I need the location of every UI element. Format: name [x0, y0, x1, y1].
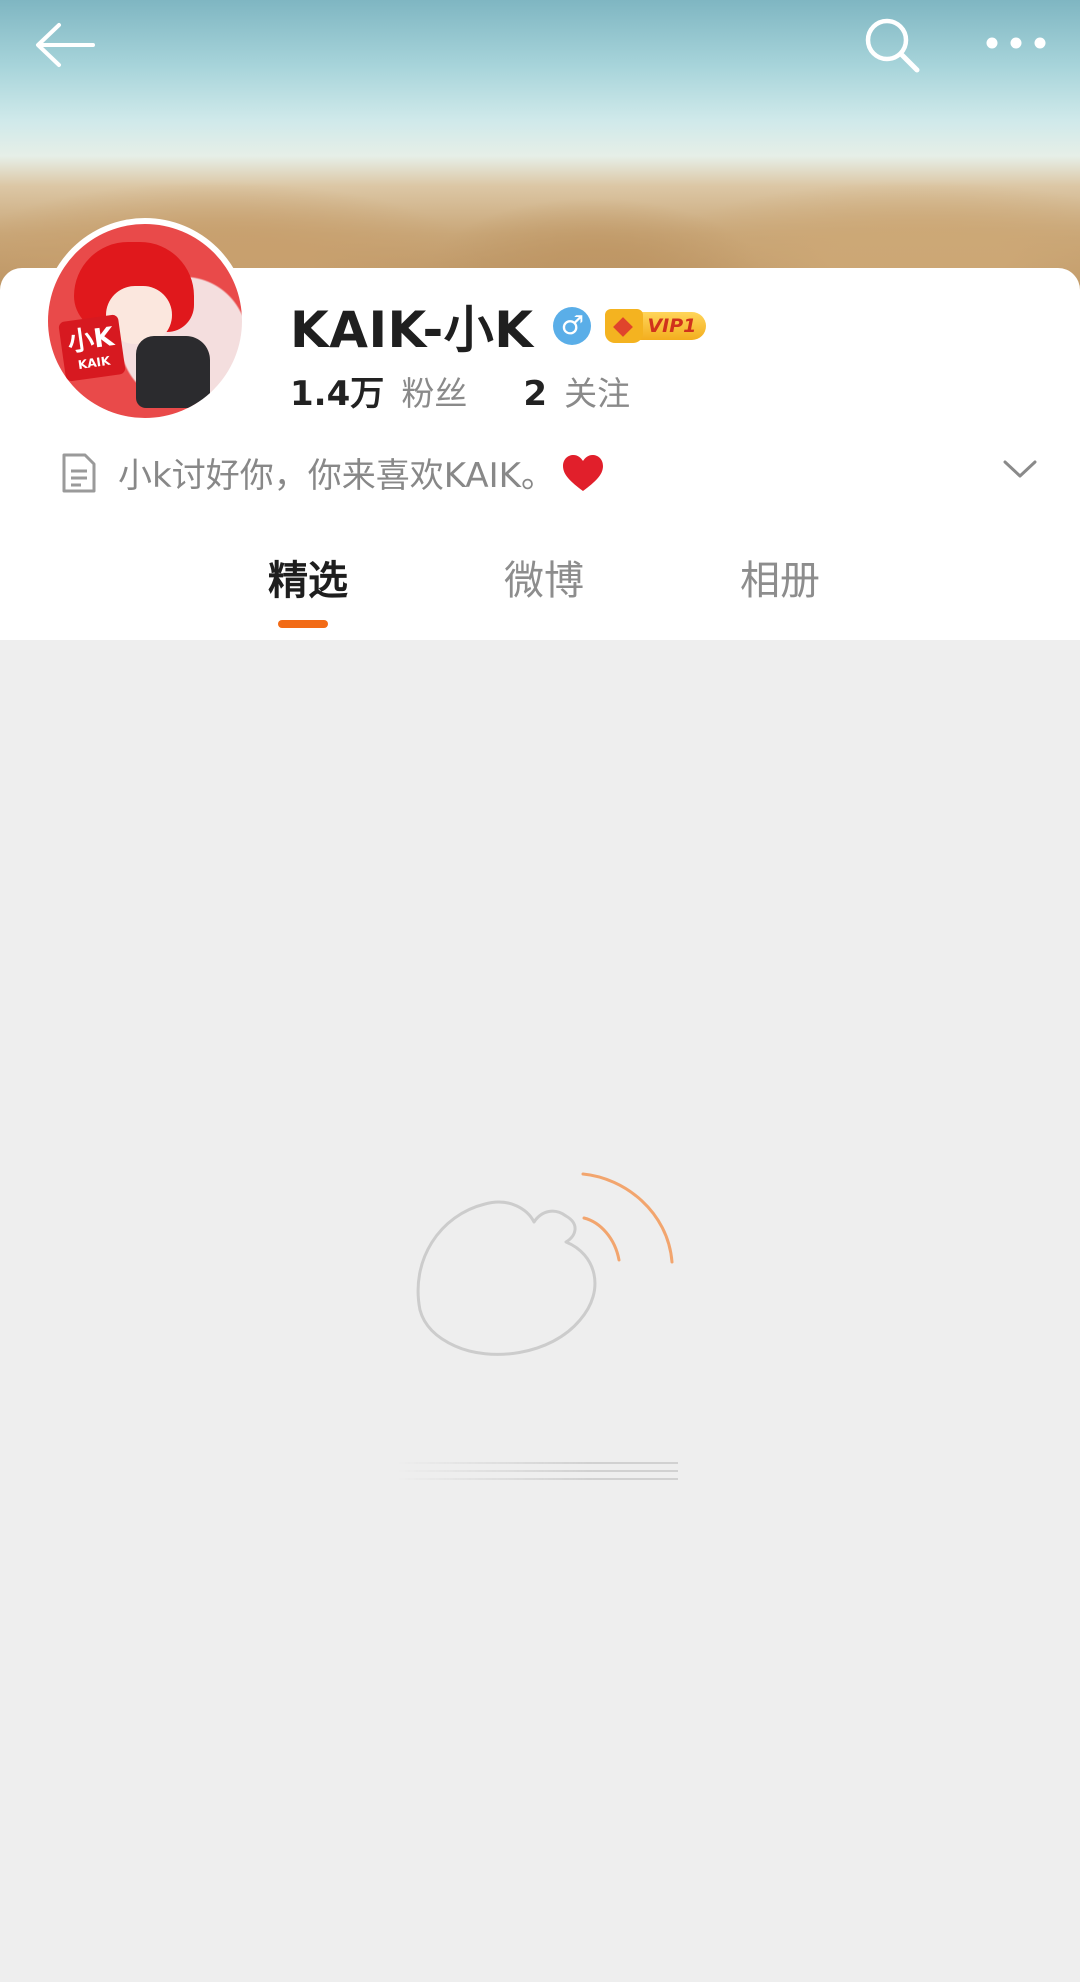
profile-name: KAIK-小K: [290, 301, 534, 359]
avatar-logo-tag: 小K KAIK: [58, 314, 126, 382]
expand-bio-button[interactable]: [1000, 448, 1040, 490]
search-icon: [865, 18, 920, 73]
tab-album[interactable]: 相册: [740, 548, 820, 606]
bio-row[interactable]: 小k讨好你，你来喜欢KAIK。: [60, 448, 1040, 497]
avatar-tag-large-text: 小K: [65, 322, 116, 359]
bio-text: 小k讨好你，你来喜欢KAIK。: [118, 456, 555, 496]
back-button[interactable]: [24, 14, 106, 76]
following-label: 关注: [564, 374, 631, 413]
document-icon: [62, 453, 96, 492]
more-button[interactable]: [976, 20, 1056, 66]
followers-count: 1.4万: [290, 374, 385, 414]
more-dots-icon: [986, 37, 1046, 49]
male-gender-icon: ♂: [553, 307, 592, 345]
profile-stats: 1.4万 粉丝 2 关注: [290, 366, 630, 415]
avatar-tag-small-text: KAIK: [77, 353, 112, 373]
arrow-left-icon: [36, 23, 95, 67]
loading-placeholder: [400, 1150, 700, 1410]
avatar[interactable]: 小K KAIK: [42, 218, 248, 424]
loading-progress-bar: [398, 1458, 678, 1484]
profile-tabs: 精选 微博 相册: [0, 548, 1080, 638]
crown-icon: [605, 309, 644, 343]
vip-badge[interactable]: VIP1: [605, 309, 707, 343]
chevron-down-icon: [1003, 460, 1037, 478]
weibo-logo-loading-icon: [416, 1172, 674, 1356]
avatar-image: 小K KAIK: [48, 224, 242, 418]
vip-label: VIP1: [639, 312, 707, 340]
avatar-body: [136, 336, 210, 408]
tab-weibo[interactable]: 微博: [504, 548, 584, 606]
tab-featured[interactable]: 精选: [268, 548, 348, 606]
followers-label: 粉丝: [401, 374, 468, 413]
following-stat[interactable]: 2 关注: [523, 367, 630, 415]
active-tab-indicator: [278, 620, 328, 628]
profile-name-row: KAIK-小K ♂ VIP1: [290, 290, 707, 362]
followers-stat[interactable]: 1.4万 粉丝: [290, 366, 467, 415]
heart-icon: [562, 454, 603, 491]
following-count: 2: [523, 374, 547, 414]
search-button[interactable]: [856, 12, 928, 78]
